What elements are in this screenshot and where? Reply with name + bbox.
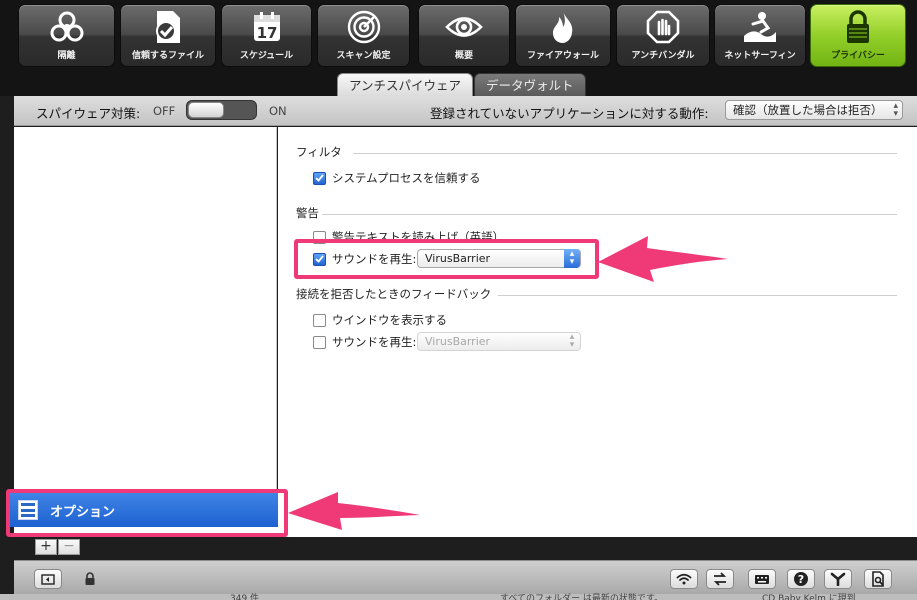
background-text: 349 件 <box>230 594 260 600</box>
network-button[interactable] <box>824 569 852 589</box>
annotation-arrow <box>288 492 420 530</box>
wifi-icon <box>676 573 692 585</box>
help-button[interactable]: ? <box>787 569 815 589</box>
inspector-button[interactable] <box>864 569 892 589</box>
background-text: すべてのフォルダー は最新の状態です。 <box>500 594 663 600</box>
keyboard-button[interactable] <box>748 569 776 589</box>
network-icon <box>830 572 846 586</box>
lock-button[interactable] <box>76 569 104 589</box>
sidebar-toggle-icon <box>41 573 55 585</box>
background-window-peek: 349 件 すべてのフォルダー は最新の状態です。 CD Baby Kelm に… <box>0 594 917 600</box>
remove-button[interactable]: − <box>58 539 80 555</box>
add-button[interactable]: + <box>35 539 57 555</box>
sync-icon <box>713 572 727 586</box>
help-icon: ? <box>794 572 808 586</box>
sync-button[interactable] <box>706 569 734 589</box>
inspector-icon <box>872 571 884 587</box>
wifi-button[interactable] <box>670 569 698 589</box>
sidebar-toggle-button[interactable] <box>34 569 62 589</box>
keyboard-icon <box>755 575 769 584</box>
annotation-arrow <box>598 236 728 282</box>
svg-text:?: ? <box>798 573 804 586</box>
lock-icon <box>85 572 95 585</box>
background-text: CD Baby Kelm に現到 <box>762 594 856 600</box>
annotation-arrows <box>288 236 728 530</box>
bottom-bar: ? <box>14 560 917 594</box>
